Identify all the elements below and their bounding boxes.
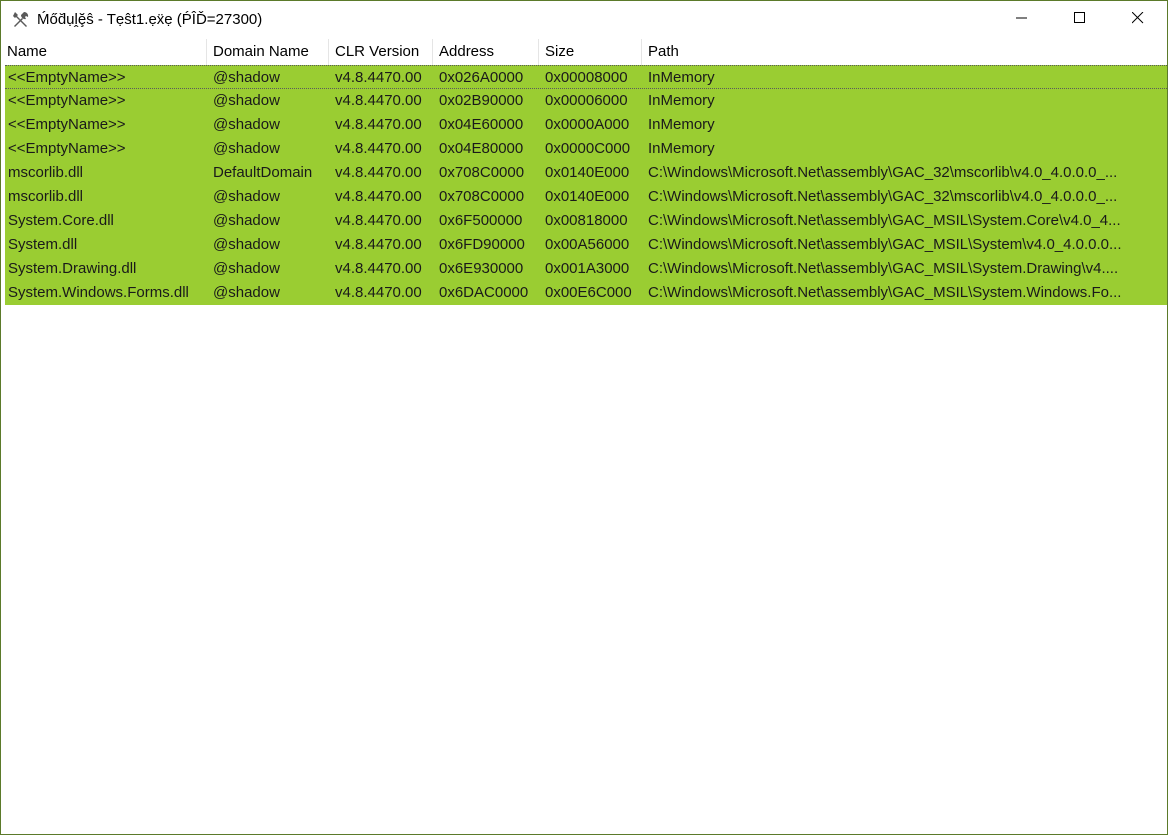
table-row[interactable]: System.Drawing.dll @shadow v4.8.4470.00 … — [5, 257, 1167, 281]
cell-domain-name: @shadow — [213, 116, 280, 133]
cell-address: 0x708C0000 — [439, 188, 525, 205]
column-header-domain-name[interactable]: Domain Name — [207, 39, 329, 65]
cell-address: 0x708C0000 — [439, 164, 525, 181]
cell-domain-name: @shadow — [213, 236, 280, 253]
cell-size: 0x0140E000 — [545, 164, 630, 181]
table-row[interactable]: mscorlib.dll DefaultDomain v4.8.4470.00 … — [5, 161, 1167, 185]
cell-path: C:\Windows\Microsoft.Net\assembly\GAC_32… — [648, 164, 1118, 181]
cell-clr-version: v4.8.4470.00 — [335, 116, 422, 133]
cell-domain-name: @shadow — [213, 188, 280, 205]
column-header: Name Domain Name CLR Version Address Siz… — [1, 39, 1167, 65]
column-header-clr-version[interactable]: CLR Version — [329, 39, 433, 65]
cell-size: 0x001A3000 — [545, 260, 630, 277]
cell-name: mscorlib.dll — [8, 188, 84, 205]
cell-path: C:\Windows\Microsoft.Net\assembly\GAC_MS… — [648, 260, 1119, 277]
cell-path: C:\Windows\Microsoft.Net\assembly\GAC_MS… — [648, 212, 1121, 229]
maximize-button[interactable] — [1051, 1, 1109, 39]
cell-address: 0x6E930000 — [439, 260, 524, 277]
cell-name: <<EmptyName>> — [8, 116, 126, 133]
tools-icon — [11, 10, 31, 30]
window-title: Ḿőd̆ụḽḝŝ - Tẹŝt1.ẹẍẹ (ṔÎĎ=27300) — [37, 11, 263, 28]
cell-size: 0x00A56000 — [545, 236, 630, 253]
cell-name: <<EmptyName>> — [8, 140, 126, 157]
table-row[interactable]: <<EmptyName>> @shadow v4.8.4470.00 0x02B… — [5, 89, 1167, 113]
cell-domain-name: @shadow — [213, 140, 280, 157]
cell-clr-version: v4.8.4470.00 — [335, 236, 422, 253]
close-button[interactable] — [1109, 1, 1167, 39]
cell-size: 0x0000C000 — [545, 140, 631, 157]
column-header-address[interactable]: Address — [433, 39, 539, 65]
cell-path: C:\Windows\Microsoft.Net\assembly\GAC_MS… — [648, 284, 1122, 301]
table-row[interactable]: <<EmptyName>> @shadow v4.8.4470.00 0x04E… — [5, 137, 1167, 161]
cell-path: C:\Windows\Microsoft.Net\assembly\GAC_MS… — [648, 236, 1122, 253]
cell-clr-version: v4.8.4470.00 — [335, 92, 422, 109]
cell-domain-name: @shadow — [213, 92, 280, 109]
cell-clr-version: v4.8.4470.00 — [335, 188, 422, 205]
cell-clr-version: v4.8.4470.00 — [335, 284, 422, 301]
cell-name: System.Windows.Forms.dll — [8, 284, 189, 301]
cell-domain-name: @shadow — [213, 69, 280, 86]
cell-domain-name: @shadow — [213, 260, 280, 277]
column-header-path[interactable]: Path — [642, 39, 1167, 65]
close-icon — [1131, 11, 1144, 29]
cell-name: mscorlib.dll — [8, 164, 84, 181]
cell-address: 0x6DAC0000 — [439, 284, 529, 301]
cell-name: System.Drawing.dll — [8, 260, 137, 277]
cell-address: 0x6F500000 — [439, 212, 523, 229]
title-bar[interactable]: Ḿőd̆ụḽḝŝ - Tẹŝt1.ẹẍẹ (ṔÎĎ=27300) — [1, 1, 1167, 39]
cell-name: <<EmptyName>> — [8, 69, 126, 86]
maximize-icon — [1074, 11, 1086, 29]
cell-name: System.dll — [8, 236, 78, 253]
minimize-button[interactable] — [993, 1, 1051, 39]
minimize-icon — [1016, 11, 1028, 29]
table-row[interactable]: <<EmptyName>> @shadow v4.8.4470.00 0x04E… — [5, 113, 1167, 137]
cell-size: 0x0140E000 — [545, 188, 630, 205]
cell-address: 0x02B90000 — [439, 92, 524, 109]
cell-size: 0x00006000 — [545, 92, 628, 109]
cell-clr-version: v4.8.4470.00 — [335, 140, 422, 157]
cell-path: InMemory — [648, 69, 715, 86]
cell-address: 0x04E60000 — [439, 116, 524, 133]
cell-address: 0x04E80000 — [439, 140, 524, 157]
cell-path: C:\Windows\Microsoft.Net\assembly\GAC_32… — [648, 188, 1118, 205]
column-header-size[interactable]: Size — [539, 39, 642, 65]
table-row[interactable]: mscorlib.dll @shadow v4.8.4470.00 0x708C… — [5, 185, 1167, 209]
cell-size: 0x00E6C000 — [545, 284, 632, 301]
cell-clr-version: v4.8.4470.00 — [335, 212, 422, 229]
cell-size: 0x0000A000 — [545, 116, 630, 133]
cell-clr-version: v4.8.4470.00 — [335, 260, 422, 277]
modules-list: <<EmptyName>> @shadow v4.8.4470.00 0x026… — [5, 65, 1167, 305]
table-row[interactable]: <<EmptyName>> @shadow v4.8.4470.00 0x026… — [5, 65, 1167, 89]
cell-name: <<EmptyName>> — [8, 92, 126, 109]
table-row[interactable]: System.Windows.Forms.dll @shadow v4.8.44… — [5, 281, 1167, 305]
column-header-name[interactable]: Name — [1, 39, 207, 65]
cell-path: InMemory — [648, 116, 715, 133]
cell-size: 0x00818000 — [545, 212, 628, 229]
cell-domain-name: DefaultDomain — [213, 164, 313, 181]
cell-domain-name: @shadow — [213, 284, 280, 301]
cell-name: System.Core.dll — [8, 212, 114, 229]
cell-address: 0x026A0000 — [439, 69, 524, 86]
cell-clr-version: v4.8.4470.00 — [335, 164, 422, 181]
cell-path: InMemory — [648, 92, 715, 109]
cell-size: 0x00008000 — [545, 69, 628, 86]
table-row[interactable]: System.Core.dll @shadow v4.8.4470.00 0x6… — [5, 209, 1167, 233]
cell-domain-name: @shadow — [213, 212, 280, 229]
cell-address: 0x6FD90000 — [439, 236, 525, 253]
cell-clr-version: v4.8.4470.00 — [335, 69, 422, 86]
modules-window: Ḿőd̆ụḽḝŝ - Tẹŝt1.ẹẍẹ (ṔÎĎ=27300) Name Do… — [0, 0, 1168, 835]
table-row[interactable]: System.dll @shadow v4.8.4470.00 0x6FD900… — [5, 233, 1167, 257]
cell-path: InMemory — [648, 140, 715, 157]
